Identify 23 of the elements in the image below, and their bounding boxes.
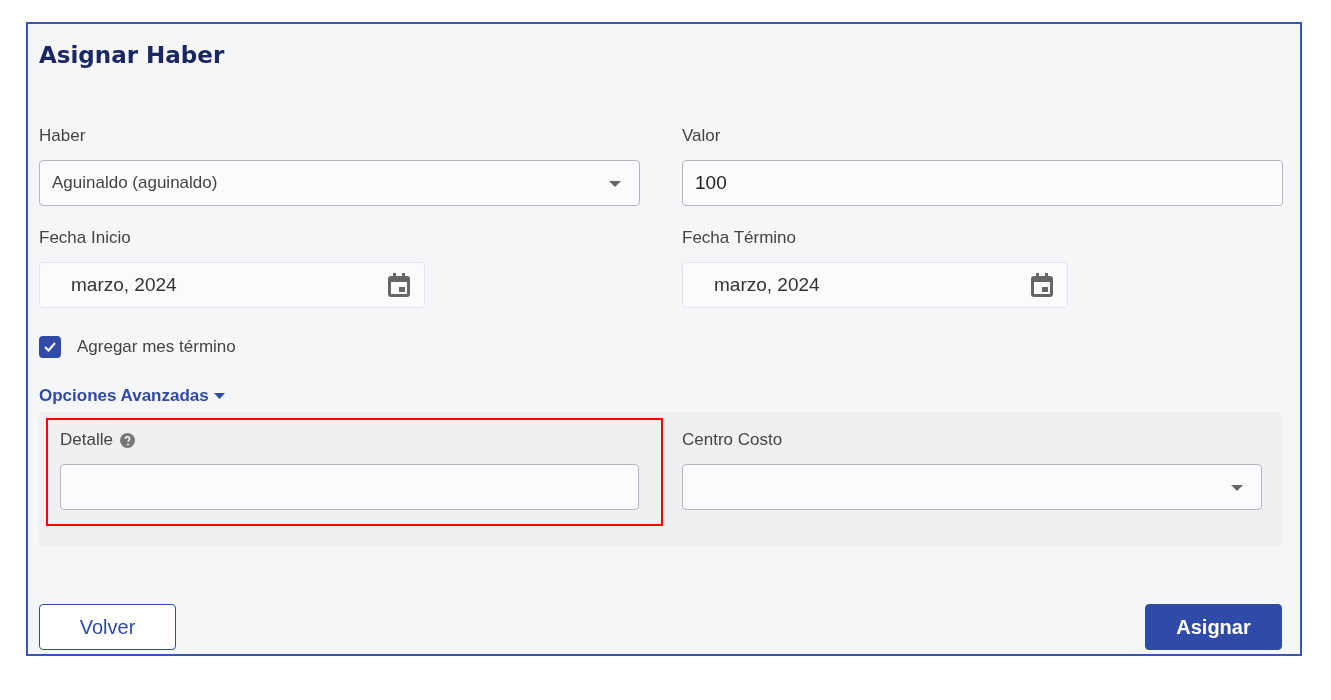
check-icon xyxy=(43,341,57,353)
caret-icon xyxy=(1231,485,1243,491)
back-button[interactable]: Volver xyxy=(39,604,176,650)
field-label: Haber xyxy=(39,126,86,146)
input-field[interactable]: 100 xyxy=(682,160,1283,206)
select-field[interactable] xyxy=(682,464,1262,510)
field-label: Valor xyxy=(682,126,721,146)
advanced-options-link[interactable]: Opciones Avanzadas xyxy=(39,386,209,406)
field-label: Fecha Inicio xyxy=(39,228,131,248)
caret-icon xyxy=(609,181,621,187)
calendar-icon xyxy=(388,273,410,297)
checkbox[interactable] xyxy=(39,336,61,358)
submit-button[interactable]: Asignar xyxy=(1145,604,1282,650)
select-field[interactable]: Aguinaldo (aguinaldo) xyxy=(39,160,640,206)
field-label: Detalle xyxy=(60,430,113,450)
checkbox-label: Agregar mes término xyxy=(77,337,236,357)
calendar-icon xyxy=(1031,273,1053,297)
date-field[interactable]: marzo, 2024 xyxy=(39,262,425,308)
date-field[interactable]: marzo, 2024 xyxy=(682,262,1068,308)
form-title: Asignar Haber xyxy=(39,41,226,70)
input-field[interactable] xyxy=(60,464,639,510)
field-label: Centro Costo xyxy=(682,430,783,450)
field-label: Fecha Término xyxy=(682,228,796,248)
